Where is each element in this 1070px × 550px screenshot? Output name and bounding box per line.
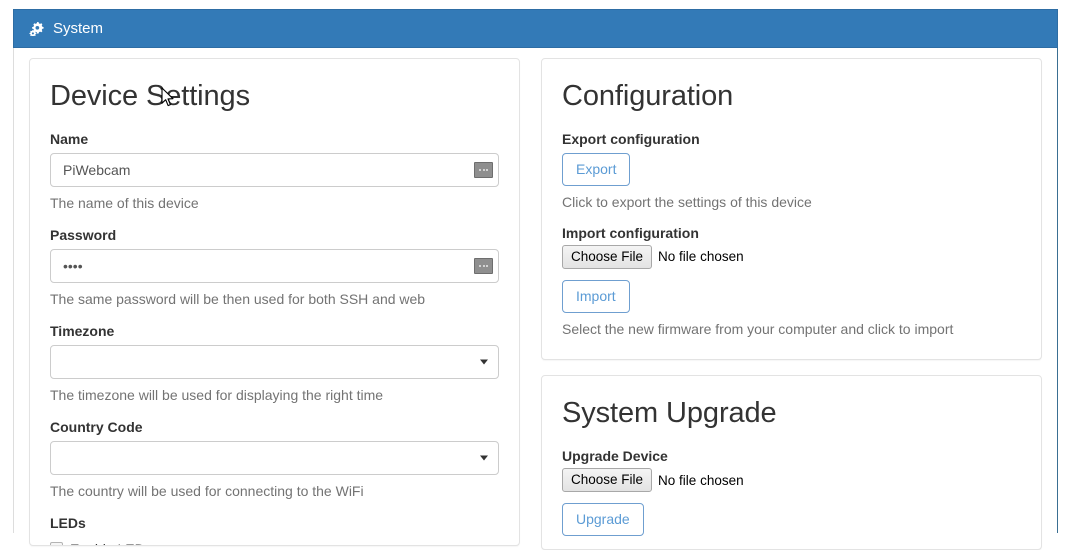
name-help-text: The name of this device <box>50 194 199 211</box>
name-label: Name <box>50 130 89 147</box>
upgrade-device-group: Upgrade Device Choose File No file chose… <box>562 448 1021 536</box>
upgrade-file-input[interactable]: Choose File No file chosen <box>562 467 1021 493</box>
password-input[interactable] <box>50 248 499 283</box>
cogs-icon <box>29 21 45 36</box>
export-help-text: Click to export the settings of this dev… <box>562 193 812 210</box>
timezone-label: Timezone <box>50 322 115 339</box>
top-navbar: System <box>13 9 1058 48</box>
enable-leds-checkbox-row[interactable]: Enable LEDs <box>50 541 499 545</box>
import-file-status: No file chosen <box>658 249 744 265</box>
export-configuration-group: Export configuration Export Click to exp… <box>562 131 1021 211</box>
form-group-password: Password The same password will be then … <box>50 227 499 308</box>
upgrade-device-label: Upgrade Device <box>562 447 668 464</box>
upgrade-button[interactable]: Upgrade <box>562 503 644 536</box>
timezone-help-text: The timezone will be used for displaying… <box>50 386 384 403</box>
leds-label: LEDs <box>50 514 86 531</box>
navbar-title: System <box>53 20 104 37</box>
system-upgrade-body: System Upgrade Upgrade Device Choose Fil… <box>542 376 1041 549</box>
configuration-title: Configuration <box>562 80 734 112</box>
timezone-select[interactable] <box>50 344 499 379</box>
enable-leds-checkbox[interactable] <box>50 542 63 545</box>
device-settings-body: Device Settings Name The name of this de… <box>30 59 519 545</box>
country-code-help-text: The country will be used for connecting … <box>50 482 364 499</box>
import-configuration-group: Import configuration Choose File No file… <box>562 225 1021 338</box>
form-group-country-code: Country Code The country will be used fo… <box>50 419 499 500</box>
password-label: Password <box>50 226 117 243</box>
import-button[interactable]: Import <box>562 280 630 313</box>
password-help-text: The same password will be then used for … <box>50 290 426 307</box>
system-upgrade-title: System Upgrade <box>562 397 777 429</box>
page-frame-right-border <box>1057 48 1058 533</box>
configuration-panel: Configuration Export configuration Expor… <box>541 58 1042 360</box>
configuration-body: Configuration Export configuration Expor… <box>542 59 1041 358</box>
export-configuration-label: Export configuration <box>562 130 700 147</box>
password-input-wrap <box>50 248 499 283</box>
device-settings-panel: Device Settings Name The name of this de… <box>29 58 520 546</box>
country-code-select[interactable] <box>50 440 499 475</box>
device-settings-title: Device Settings <box>50 80 250 112</box>
choose-file-button[interactable]: Choose File <box>562 244 653 270</box>
import-help-text: Select the new firmware from your comput… <box>562 320 954 337</box>
form-group-name: Name The name of this device <box>50 131 499 212</box>
import-file-input[interactable]: Choose File No file chosen <box>562 244 1021 270</box>
form-group-timezone: Timezone The timezone will be used for d… <box>50 323 499 404</box>
name-input[interactable] <box>50 152 499 187</box>
choose-file-button[interactable]: Choose File <box>562 467 653 493</box>
country-code-label: Country Code <box>50 418 143 435</box>
system-upgrade-panel: System Upgrade Upgrade Device Choose Fil… <box>541 375 1042 550</box>
form-group-leds: LEDs Enable LEDs <box>50 514 499 545</box>
export-button[interactable]: Export <box>562 152 631 186</box>
upgrade-file-status: No file chosen <box>658 472 744 488</box>
chevron-down-icon <box>480 455 488 461</box>
import-configuration-label: Import configuration <box>562 224 699 241</box>
navbar-brand[interactable]: System <box>29 21 103 36</box>
name-input-wrap <box>50 152 499 187</box>
enable-leds-label: Enable LEDs <box>70 541 152 545</box>
page-frame-left-border <box>13 48 14 533</box>
chevron-down-icon <box>480 359 488 365</box>
